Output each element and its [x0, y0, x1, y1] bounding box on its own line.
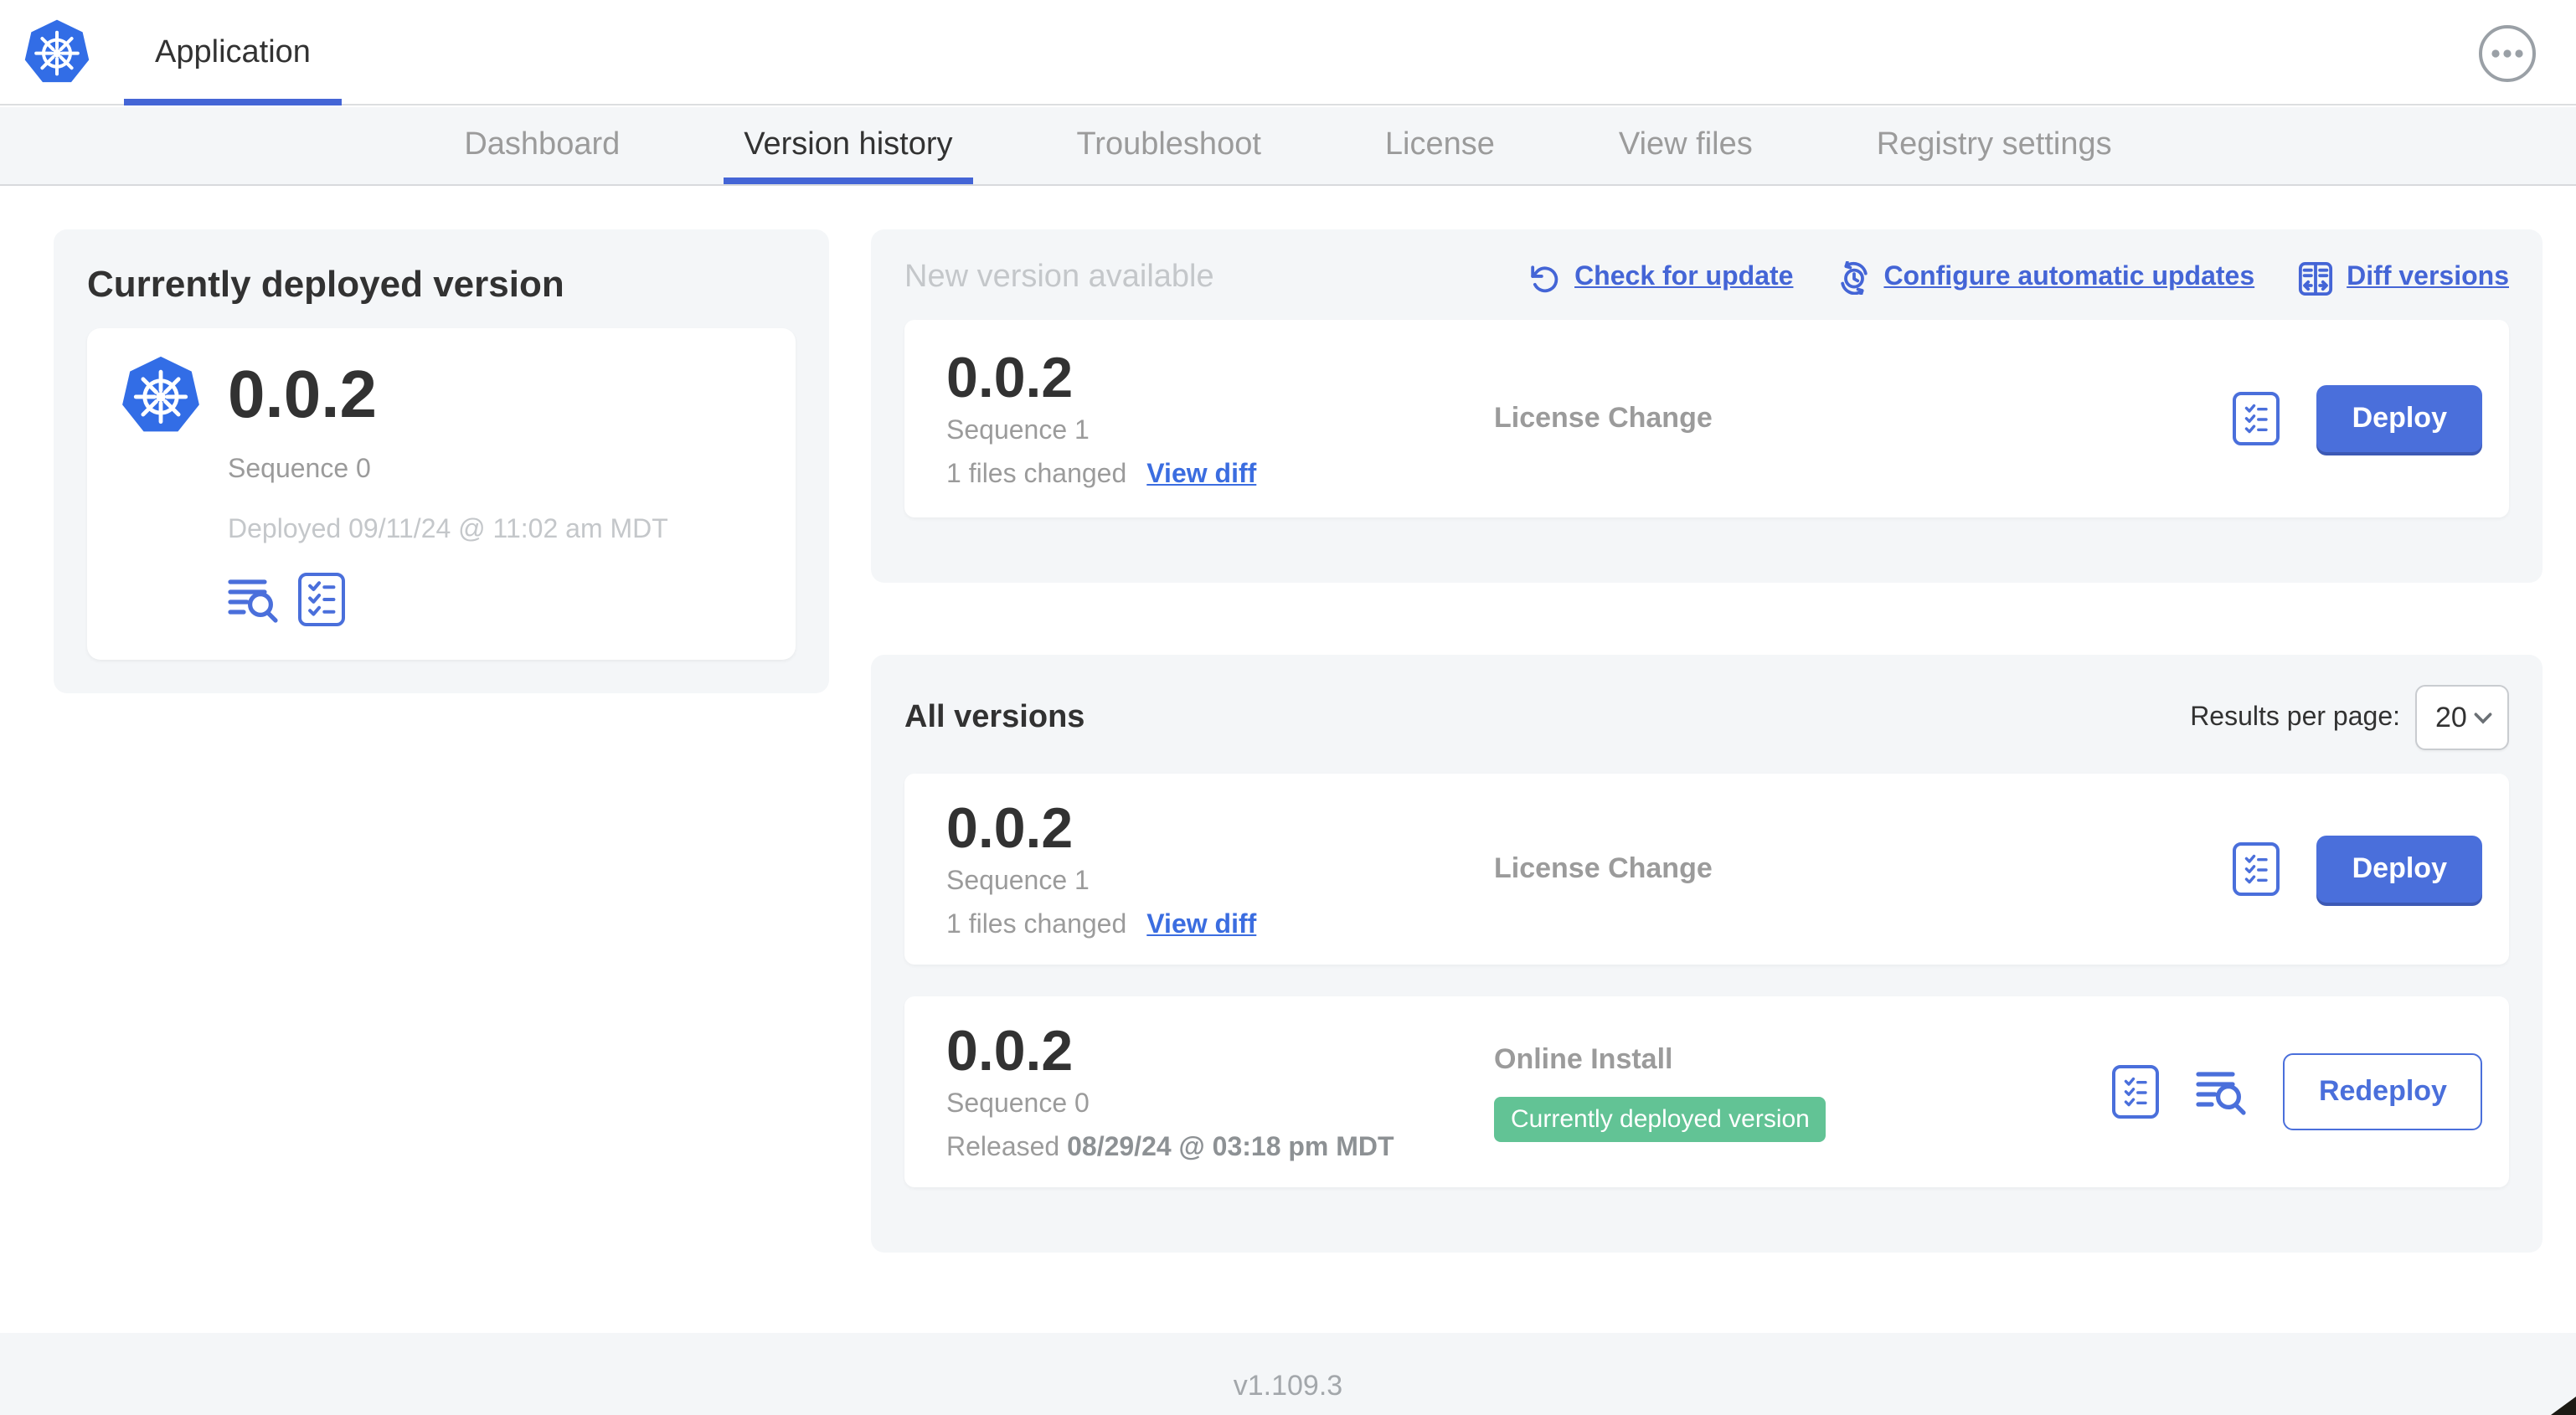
version-info: 0.0.2 Sequence 0 Released 08/29/24 @ 03:…	[946, 1021, 1494, 1163]
source-label: License Change	[1494, 852, 1713, 884]
all-versions-header: All versions Results per page: 20	[904, 685, 2509, 750]
results-per-page: Results per page: 20	[2190, 685, 2509, 750]
source-label: Online Install	[1494, 1042, 1673, 1074]
logs-icon	[228, 576, 278, 623]
app-tab-active-underline	[124, 99, 342, 105]
logs-icon	[2197, 1068, 2247, 1115]
topbar: Application	[0, 0, 2576, 105]
version-sequence: Sequence 0	[946, 1089, 1090, 1119]
files-changed: 1 files changed	[946, 460, 1127, 489]
version-number: 0.0.2	[946, 347, 1074, 411]
version-row: 0.0.2 Sequence 1 1 files changed View di…	[904, 774, 2509, 965]
chevron-down-icon	[2474, 712, 2492, 723]
currently-deployed-badge: Currently deployed version	[1494, 1096, 1826, 1141]
released-timestamp: Released 08/29/24 @ 03:18 pm MDT	[946, 1133, 1494, 1163]
view-diff-link[interactable]: View diff	[1146, 460, 1256, 490]
check-for-update-link[interactable]: Check for update	[1529, 262, 1793, 294]
active-tab-underline	[724, 178, 973, 184]
version-info: 0.0.2 Sequence 1 1 files changed View di…	[946, 347, 1494, 490]
deploy-button[interactable]: Deploy	[2316, 385, 2482, 452]
deployed-timestamp: Deployed 09/11/24 @ 11:02 am MDT	[228, 516, 668, 544]
redeploy-button[interactable]: Redeploy	[2283, 1053, 2482, 1130]
deployed-version-card: 0.0.2 Sequence 0 Deployed 09/11/24 @ 11:…	[87, 328, 796, 660]
diff-versions-label: Diff versions	[2347, 263, 2509, 291]
ellipsis-icon	[2491, 49, 2523, 58]
version-sequence: Sequence 1	[946, 416, 1090, 445]
results-per-page-label: Results per page:	[2190, 702, 2400, 731]
results-per-page-value: 20	[2435, 701, 2467, 733]
currently-deployed-panel: Currently deployed version 0.0.2 Sequenc…	[54, 229, 829, 693]
tab-label: Troubleshoot	[1076, 127, 1261, 162]
preflight-checks-button[interactable]	[2112, 1065, 2160, 1119]
refresh-icon	[1531, 265, 1558, 292]
new-version-header: New version available Check for update C…	[904, 260, 2509, 296]
configure-automatic-updates-label: Configure automatic updates	[1883, 263, 2255, 291]
deployed-version-number: 0.0.2	[228, 358, 377, 432]
version-row: 0.0.2 Sequence 0 Released 08/29/24 @ 03:…	[904, 996, 2509, 1187]
footer: v1.109.3	[0, 1333, 2576, 1415]
version-actions: Redeploy	[2112, 1053, 2482, 1130]
version-info: 0.0.2 Sequence 1 1 files changed View di…	[946, 798, 1494, 940]
app-window: Application Dashboard Version history Tr…	[0, 0, 2576, 1415]
deploy-button[interactable]: Deploy	[2316, 836, 2482, 903]
update-links: Check for update Configure automatic upd…	[1529, 260, 2509, 296]
app-tab[interactable]: Application	[124, 0, 342, 105]
version-actions: Deploy	[2233, 836, 2482, 903]
version-number: 0.0.2	[946, 797, 1074, 862]
diff-versions-link[interactable]: Diff versions	[2298, 260, 2509, 296]
kubernetes-logo-icon	[23, 18, 90, 85]
diff-icon	[2299, 260, 2333, 296]
tab-troubleshoot[interactable]: Troubleshoot	[1077, 107, 1261, 184]
tab-label: Registry settings	[1876, 127, 2112, 162]
tab-dashboard[interactable]: Dashboard	[464, 107, 620, 184]
view-logs-button[interactable]	[2197, 1068, 2247, 1115]
files-changed: 1 files changed	[946, 910, 1127, 939]
view-diff-link[interactable]: View diff	[1146, 910, 1256, 940]
version-source: License Change	[1494, 852, 2233, 886]
check-for-update-label: Check for update	[1574, 263, 1794, 291]
deployed-sequence: Sequence 0	[228, 455, 371, 484]
new-version-panel: New version available Check for update C…	[871, 229, 2543, 583]
version-source: Online Install Currently deployed versio…	[1494, 1042, 2113, 1141]
tab-label: Dashboard	[464, 127, 621, 162]
released-date: 08/29/24 @ 03:18 pm MDT	[1067, 1133, 1394, 1162]
deployed-actions	[228, 573, 668, 626]
checklist-icon	[2245, 853, 2269, 883]
new-version-title: New version available	[904, 260, 1214, 295]
subnav: Dashboard Version history Troubleshoot L…	[0, 107, 2576, 186]
more-menu-button[interactable]	[2479, 25, 2536, 82]
version-actions: Deploy	[2233, 385, 2482, 452]
tab-registry-settings[interactable]: Registry settings	[1877, 107, 2112, 184]
preflight-checks-button[interactable]	[298, 573, 345, 626]
preflight-checks-button[interactable]	[2233, 392, 2280, 445]
view-logs-button[interactable]	[228, 576, 278, 623]
tab-view-files[interactable]: View files	[1619, 107, 1753, 184]
deployed-version-info: 0.0.2 Sequence 0 Deployed 09/11/24 @ 11:…	[228, 355, 668, 626]
released-prefix: Released	[946, 1133, 1068, 1162]
results-per-page-select[interactable]: 20	[2415, 685, 2509, 750]
source-label: License Change	[1494, 402, 1713, 434]
new-version-card: 0.0.2 Sequence 1 1 files changed View di…	[904, 320, 2509, 517]
cursor-artifact	[2551, 1397, 2576, 1415]
kubernetes-app-icon	[121, 355, 201, 435]
all-versions-panel: All versions Results per page: 20 0.0.2 …	[871, 655, 2543, 1253]
currently-deployed-heading: Currently deployed version	[87, 263, 564, 305]
app-title: Application	[155, 34, 311, 69]
all-versions-title: All versions	[904, 699, 1085, 734]
update-schedule-icon	[1840, 261, 1868, 295]
tab-version-history[interactable]: Version history	[724, 107, 973, 184]
version-source: License Change	[1494, 402, 2233, 435]
version-number: 0.0.2	[946, 1020, 1074, 1084]
configure-automatic-updates-link[interactable]: Configure automatic updates	[1837, 261, 2254, 295]
checklist-icon	[2245, 403, 2269, 433]
tab-label: License	[1384, 127, 1495, 162]
tab-label: Version history	[744, 127, 953, 162]
console-version: v1.109.3	[1233, 1370, 1343, 1402]
preflight-checks-button[interactable]	[2233, 842, 2280, 896]
tab-label: View files	[1618, 127, 1753, 162]
checklist-icon	[301, 573, 342, 626]
checklist-icon	[2125, 1076, 2148, 1106]
tab-license[interactable]: License	[1385, 107, 1495, 184]
version-sequence: Sequence 1	[946, 867, 1090, 896]
